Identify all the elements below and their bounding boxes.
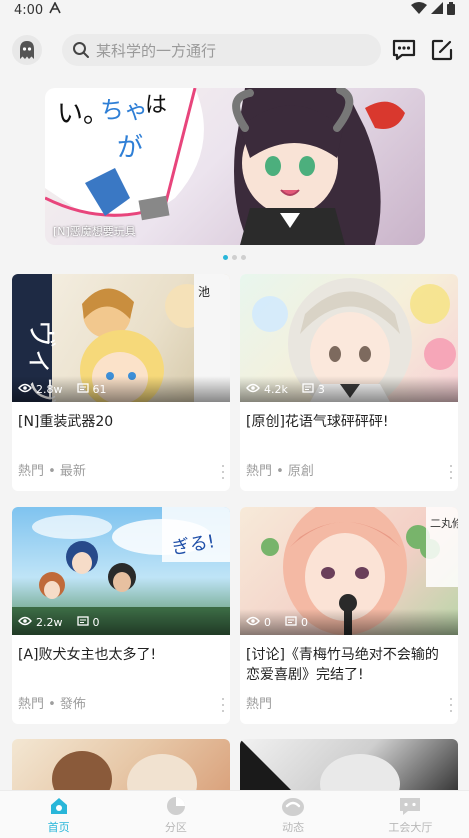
- eye-icon: [246, 383, 260, 396]
- banner-artwork: い。 ちゃ は が: [45, 88, 405, 245]
- pagination-dot-active[interactable]: [223, 255, 228, 260]
- post-cover: ヴィブジ 池 2.8w 61: [12, 274, 230, 402]
- featured-banner[interactable]: い。 ちゃ は が [N]恶魔想要玩具: [45, 88, 425, 245]
- bottom-navigation: 首页 分区 动态 工会大厅: [0, 790, 469, 838]
- post-tags: 熱門 • 發佈: [18, 697, 86, 712]
- nav-feed-label: 动态: [282, 820, 305, 834]
- battery-icon: [447, 1, 455, 19]
- search-icon: [73, 42, 89, 58]
- banner-pagination: [0, 255, 469, 260]
- nav-category[interactable]: 分区: [117, 791, 234, 838]
- views-count: 2.8w: [36, 382, 63, 396]
- more-options-icon[interactable]: [448, 698, 454, 712]
- post-tags: 熱門: [246, 697, 273, 712]
- banner-caption: [N]恶魔想要玩具: [53, 225, 136, 238]
- messages-button[interactable]: [389, 35, 419, 65]
- post-cover: 二丸修一 0 0: [240, 507, 458, 635]
- edit-icon: [431, 39, 453, 61]
- eye-icon: [246, 616, 260, 629]
- comment-icon: [76, 615, 89, 629]
- ghost-avatar-icon: [20, 41, 34, 59]
- eye-icon: [18, 383, 32, 396]
- comments-count: 0: [92, 615, 100, 629]
- svg-text:池: 池: [198, 285, 210, 299]
- comments-count: 0: [301, 615, 308, 629]
- post-title: [原创]花语气球砰砰砰!: [246, 414, 389, 430]
- top-bar: 某科学的一方通行: [0, 20, 469, 80]
- cover-art-text: 二丸修一: [430, 516, 458, 530]
- eye-icon: [18, 616, 32, 629]
- more-options-icon[interactable]: [220, 698, 226, 712]
- views-count: 0: [264, 615, 271, 629]
- banner-art-text-2: ちゃ: [100, 96, 148, 124]
- comment-icon: [76, 382, 89, 396]
- comments-count: 61: [92, 382, 107, 396]
- post-stats: 2.2w 0: [12, 609, 230, 635]
- guild-icon: [400, 797, 421, 815]
- nav-guild-label: 工会大厅: [388, 820, 433, 834]
- post-tags: 熱門 • 最新: [18, 464, 86, 479]
- pagination-dot[interactable]: [241, 255, 246, 260]
- comment-icon: [285, 615, 297, 629]
- post-cover: 4.2k 3: [240, 274, 458, 402]
- search-input[interactable]: 某科学的一方通行: [62, 34, 381, 66]
- nav-category-label: 分区: [164, 820, 187, 834]
- category-icon: [166, 796, 185, 815]
- home-icon: [50, 797, 67, 814]
- nav-feed[interactable]: 动态: [235, 791, 352, 838]
- post-stats: 2.8w 61: [12, 376, 230, 402]
- post-stats: 0 0: [240, 609, 458, 635]
- pagination-dot[interactable]: [232, 255, 237, 260]
- post-card[interactable]: ぎる! 2.2w 0 [A]败犬女主也太多了! 熱門 • 發佈: [12, 507, 230, 724]
- post-title: [讨论]《青梅竹马绝对不会输的恋爱喜剧》完结了!: [246, 647, 439, 683]
- post-title: [N]重装武器20: [18, 414, 114, 430]
- post-cover: ぎる! 2.2w 0: [12, 507, 230, 635]
- post-tags: 熱門 • 原創: [246, 464, 314, 479]
- banner-art-text-3: は: [145, 93, 167, 118]
- views-count: 4.2k: [264, 382, 288, 396]
- more-options-icon[interactable]: [220, 465, 226, 479]
- status-bar: 4:00: [0, 0, 469, 20]
- comments-count: 3: [317, 382, 325, 396]
- notification-icon: [49, 1, 61, 18]
- comment-icon: [302, 382, 314, 396]
- status-time: 4:00: [14, 2, 44, 18]
- views-count: 2.2w: [36, 615, 63, 629]
- feed-icon: [282, 797, 305, 816]
- nav-guild[interactable]: 工会大厅: [352, 791, 469, 838]
- search-placeholder: 某科学的一方通行: [96, 41, 217, 60]
- post-card[interactable]: 4.2k 3 [原创]花语气球砰砰砰! 熱門 • 原創: [240, 274, 458, 491]
- nav-home-label: 首页: [47, 820, 70, 834]
- post-title: [A]败犬女主也太多了!: [18, 647, 157, 663]
- post-card[interactable]: 二丸修一 0 0 [讨论]《青梅竹马绝对不会输的恋爱喜剧》完结了! 熱門: [240, 507, 458, 724]
- compose-button[interactable]: [427, 35, 457, 65]
- avatar[interactable]: [12, 35, 42, 65]
- banner-art-text-4: が: [117, 133, 143, 163]
- wifi-icon: [411, 2, 427, 18]
- nav-home[interactable]: 首页: [0, 791, 117, 838]
- chat-icon: [392, 39, 416, 61]
- more-options-icon[interactable]: [448, 465, 454, 479]
- post-stats: 4.2k 3: [240, 376, 458, 402]
- post-card[interactable]: ヴィブジ 池 2.8w 61 [N]重装武器20 熱門 • 最新: [12, 274, 230, 491]
- signal-icon: [431, 2, 443, 18]
